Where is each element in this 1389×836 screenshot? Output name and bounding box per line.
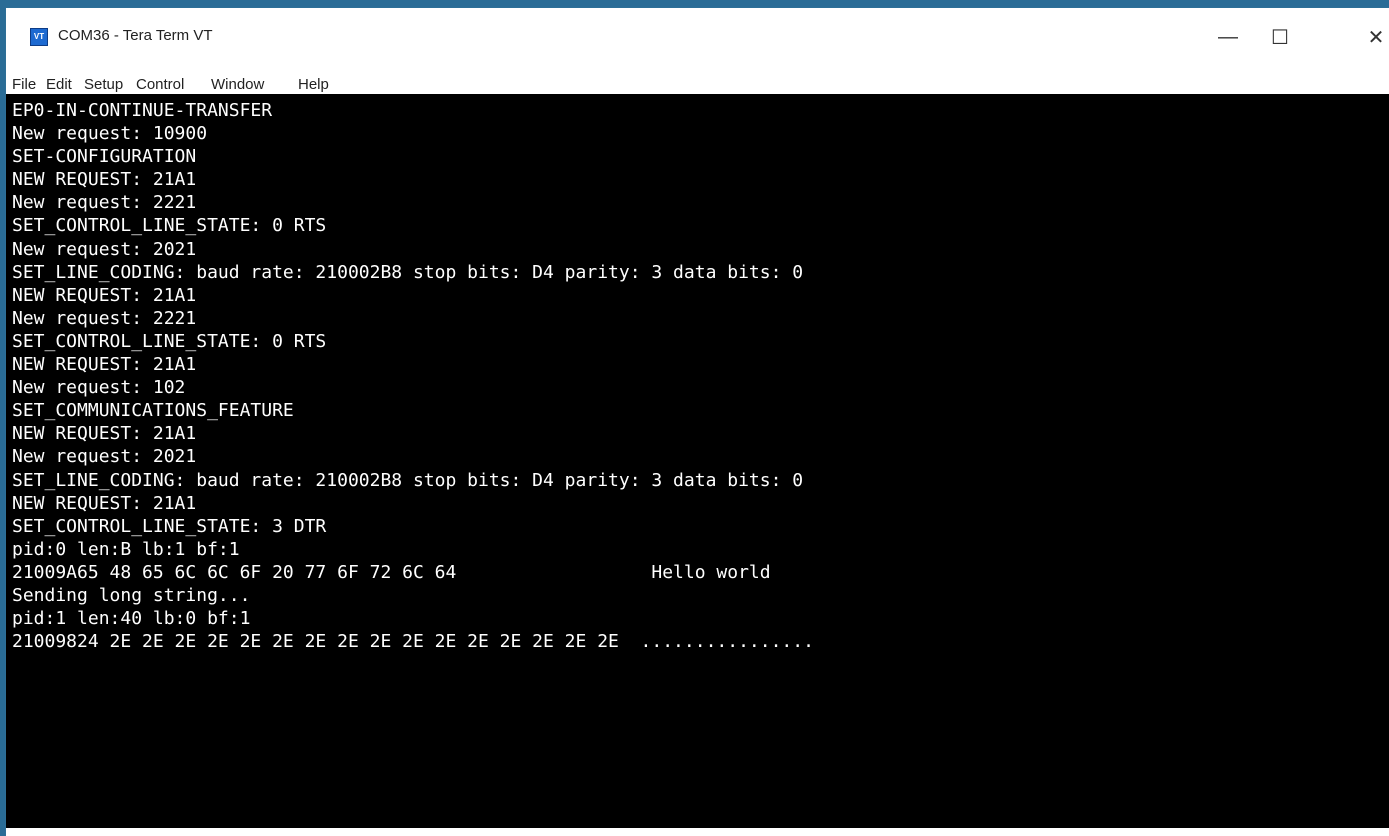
teraterm-app-icon[interactable]: VT (30, 28, 48, 46)
menu-help[interactable]: Help (298, 76, 329, 93)
terminal-line: New request: 2221 (12, 307, 197, 329)
desktop-background-top (0, 0, 1389, 8)
terminal-line: pid:0 len:B lb:1 bf:1 (12, 538, 240, 560)
maximize-button[interactable]: ☐ (1257, 8, 1303, 66)
terminal-line: SET_CONTROL_LINE_STATE: 3 DTR (12, 515, 327, 537)
terminal-line: NEW REQUEST: 21A1 (12, 423, 197, 445)
terminal-line: 21009824 2E 2E 2E 2E 2E 2E 2E 2E 2E 2E 2… (12, 631, 814, 653)
terminal-line: New request: 2021 (12, 446, 197, 468)
terminal-line: SET_CONTROL_LINE_STATE: 0 RTS (12, 215, 327, 237)
terminal-line: New request: 2021 (12, 238, 197, 260)
terminal-line: New request: 2221 (12, 192, 197, 214)
menu-window[interactable]: Window (211, 76, 264, 93)
terminal-line: New request: 102 (12, 377, 186, 399)
menu-control[interactable]: Control (136, 76, 184, 93)
terminal-line: NEW REQUEST: 21A1 (12, 492, 197, 514)
menu-setup[interactable]: Setup (84, 76, 123, 93)
menu-edit[interactable]: Edit (46, 76, 72, 93)
terminal-line: NEW REQUEST: 21A1 (12, 284, 197, 306)
terminal-line: New request: 10900 (12, 123, 208, 145)
menu-file[interactable]: File (12, 76, 36, 93)
window-title: COM36 - Tera Term VT (58, 27, 213, 44)
close-button[interactable]: ✕ (1353, 8, 1389, 66)
window-controls: — ☐ ✕ (1169, 8, 1389, 66)
terminal-output[interactable]: EP0-IN-CONTINUE-TRANSFER New request: 10… (6, 94, 1389, 828)
terminal-line: SET-CONFIGURATION (12, 146, 197, 168)
terminal-line: SET_CONTROL_LINE_STATE: 0 RTS (12, 330, 327, 352)
terminal-line: SET_COMMUNICATIONS_FEATURE (12, 400, 294, 422)
terminal-line: pid:1 len:40 lb:0 bf:1 (12, 608, 251, 630)
minimize-button[interactable]: — (1205, 8, 1251, 66)
terminal-line: SET_LINE_CODING: baud rate: 210002B8 sto… (12, 469, 804, 491)
terminal-line: SET_LINE_CODING: baud rate: 210002B8 sto… (12, 261, 804, 283)
terminal-line: 21009A65 48 65 6C 6C 6F 20 77 6F 72 6C 6… (12, 561, 771, 583)
terminal-line: NEW REQUEST: 21A1 (12, 169, 197, 191)
terminal-line: NEW REQUEST: 21A1 (12, 354, 197, 376)
terminal-line: EP0-IN-CONTINUE-TRANSFER (12, 100, 273, 121)
terminal-line: Sending long string... (12, 584, 251, 606)
title-bar[interactable]: VT COM36 - Tera Term VT — ☐ ✕ (6, 8, 1389, 66)
